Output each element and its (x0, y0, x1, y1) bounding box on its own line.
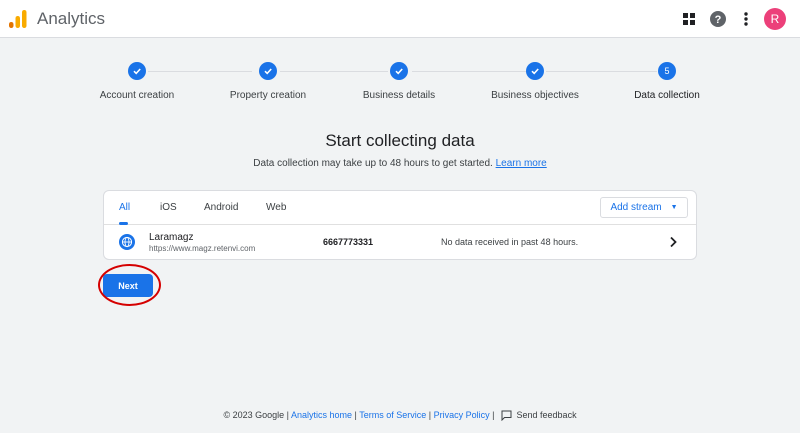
step-account-creation: Account creation (77, 62, 197, 101)
footer-separator: | (354, 410, 357, 420)
footer-separator: | (428, 410, 432, 420)
platform-tabs: All iOS Android Web Add stream ▼ (104, 191, 696, 225)
learn-more-link[interactable]: Learn more (496, 158, 547, 169)
step-property-creation: Property creation (208, 62, 328, 101)
check-icon (526, 62, 544, 80)
active-tab-indicator (119, 222, 128, 225)
stream-name: Laramagz (149, 232, 194, 243)
privacy-link[interactable]: Privacy Policy (434, 410, 490, 420)
send-feedback-link[interactable]: Send feedback (517, 410, 577, 420)
analytics-logo-icon[interactable] (9, 10, 27, 28)
stream-row[interactable]: Laramagz https://www.magz.retenvi.com 66… (104, 226, 696, 260)
web-globe-icon (119, 234, 135, 250)
terms-link[interactable]: Terms of Service (359, 410, 426, 420)
step-label: Account creation (99, 90, 175, 101)
chevron-right-icon[interactable] (668, 236, 678, 248)
data-streams-card: All iOS Android Web Add stream ▼ Laramag… (103, 190, 697, 260)
footer-separator: | (492, 410, 495, 420)
step-business-objectives: Business objectives (475, 62, 595, 101)
page-subtitle: Data collection may take up to 48 hours … (0, 158, 800, 169)
check-icon (390, 62, 408, 80)
setup-stepper: Account creation Property creation Busin… (100, 62, 700, 102)
step-label: Data collection (634, 90, 700, 101)
stream-url: https://www.magz.retenvi.com (149, 244, 256, 253)
avatar[interactable]: R (764, 8, 786, 30)
tab-web[interactable]: Web (266, 202, 286, 213)
step-number: 5 (658, 62, 676, 80)
step-label: Business details (362, 90, 436, 101)
tab-android[interactable]: Android (204, 202, 238, 213)
feedback-icon[interactable] (501, 410, 512, 422)
add-stream-button[interactable]: Add stream ▼ (600, 197, 688, 218)
svg-text:?: ? (715, 14, 722, 26)
step-label: Property creation (229, 90, 307, 101)
top-app-bar: Analytics ? R (0, 0, 800, 38)
subtitle-text: Data collection may take up to 48 hours … (253, 158, 493, 169)
step-label: Business objectives (491, 90, 579, 101)
more-vert-icon[interactable] (734, 7, 758, 31)
tab-ios[interactable]: iOS (160, 202, 177, 213)
tab-all[interactable]: All (119, 202, 130, 213)
footer: © 2023 Google | Analytics home | Terms o… (0, 410, 800, 422)
copyright: © 2023 Google | (223, 410, 289, 420)
step-data-collection: 5 Data collection (607, 62, 727, 101)
stream-id: 6667773331 (323, 237, 374, 247)
add-stream-label: Add stream (610, 202, 662, 213)
page-title: Start collecting data (325, 131, 475, 150)
check-icon (259, 62, 277, 80)
apps-grid-icon[interactable] (677, 7, 701, 31)
check-icon (128, 62, 146, 80)
help-icon[interactable]: ? (706, 7, 730, 31)
step-business-details: Business details (339, 62, 459, 101)
dropdown-caret-icon: ▼ (670, 204, 678, 211)
stream-status: No data received in past 48 hours. (441, 237, 579, 247)
highlight-annotation (98, 264, 161, 306)
analytics-home-link[interactable]: Analytics home (291, 410, 352, 420)
header-actions: ? R (677, 7, 786, 31)
app-title: Analytics (37, 9, 106, 28)
